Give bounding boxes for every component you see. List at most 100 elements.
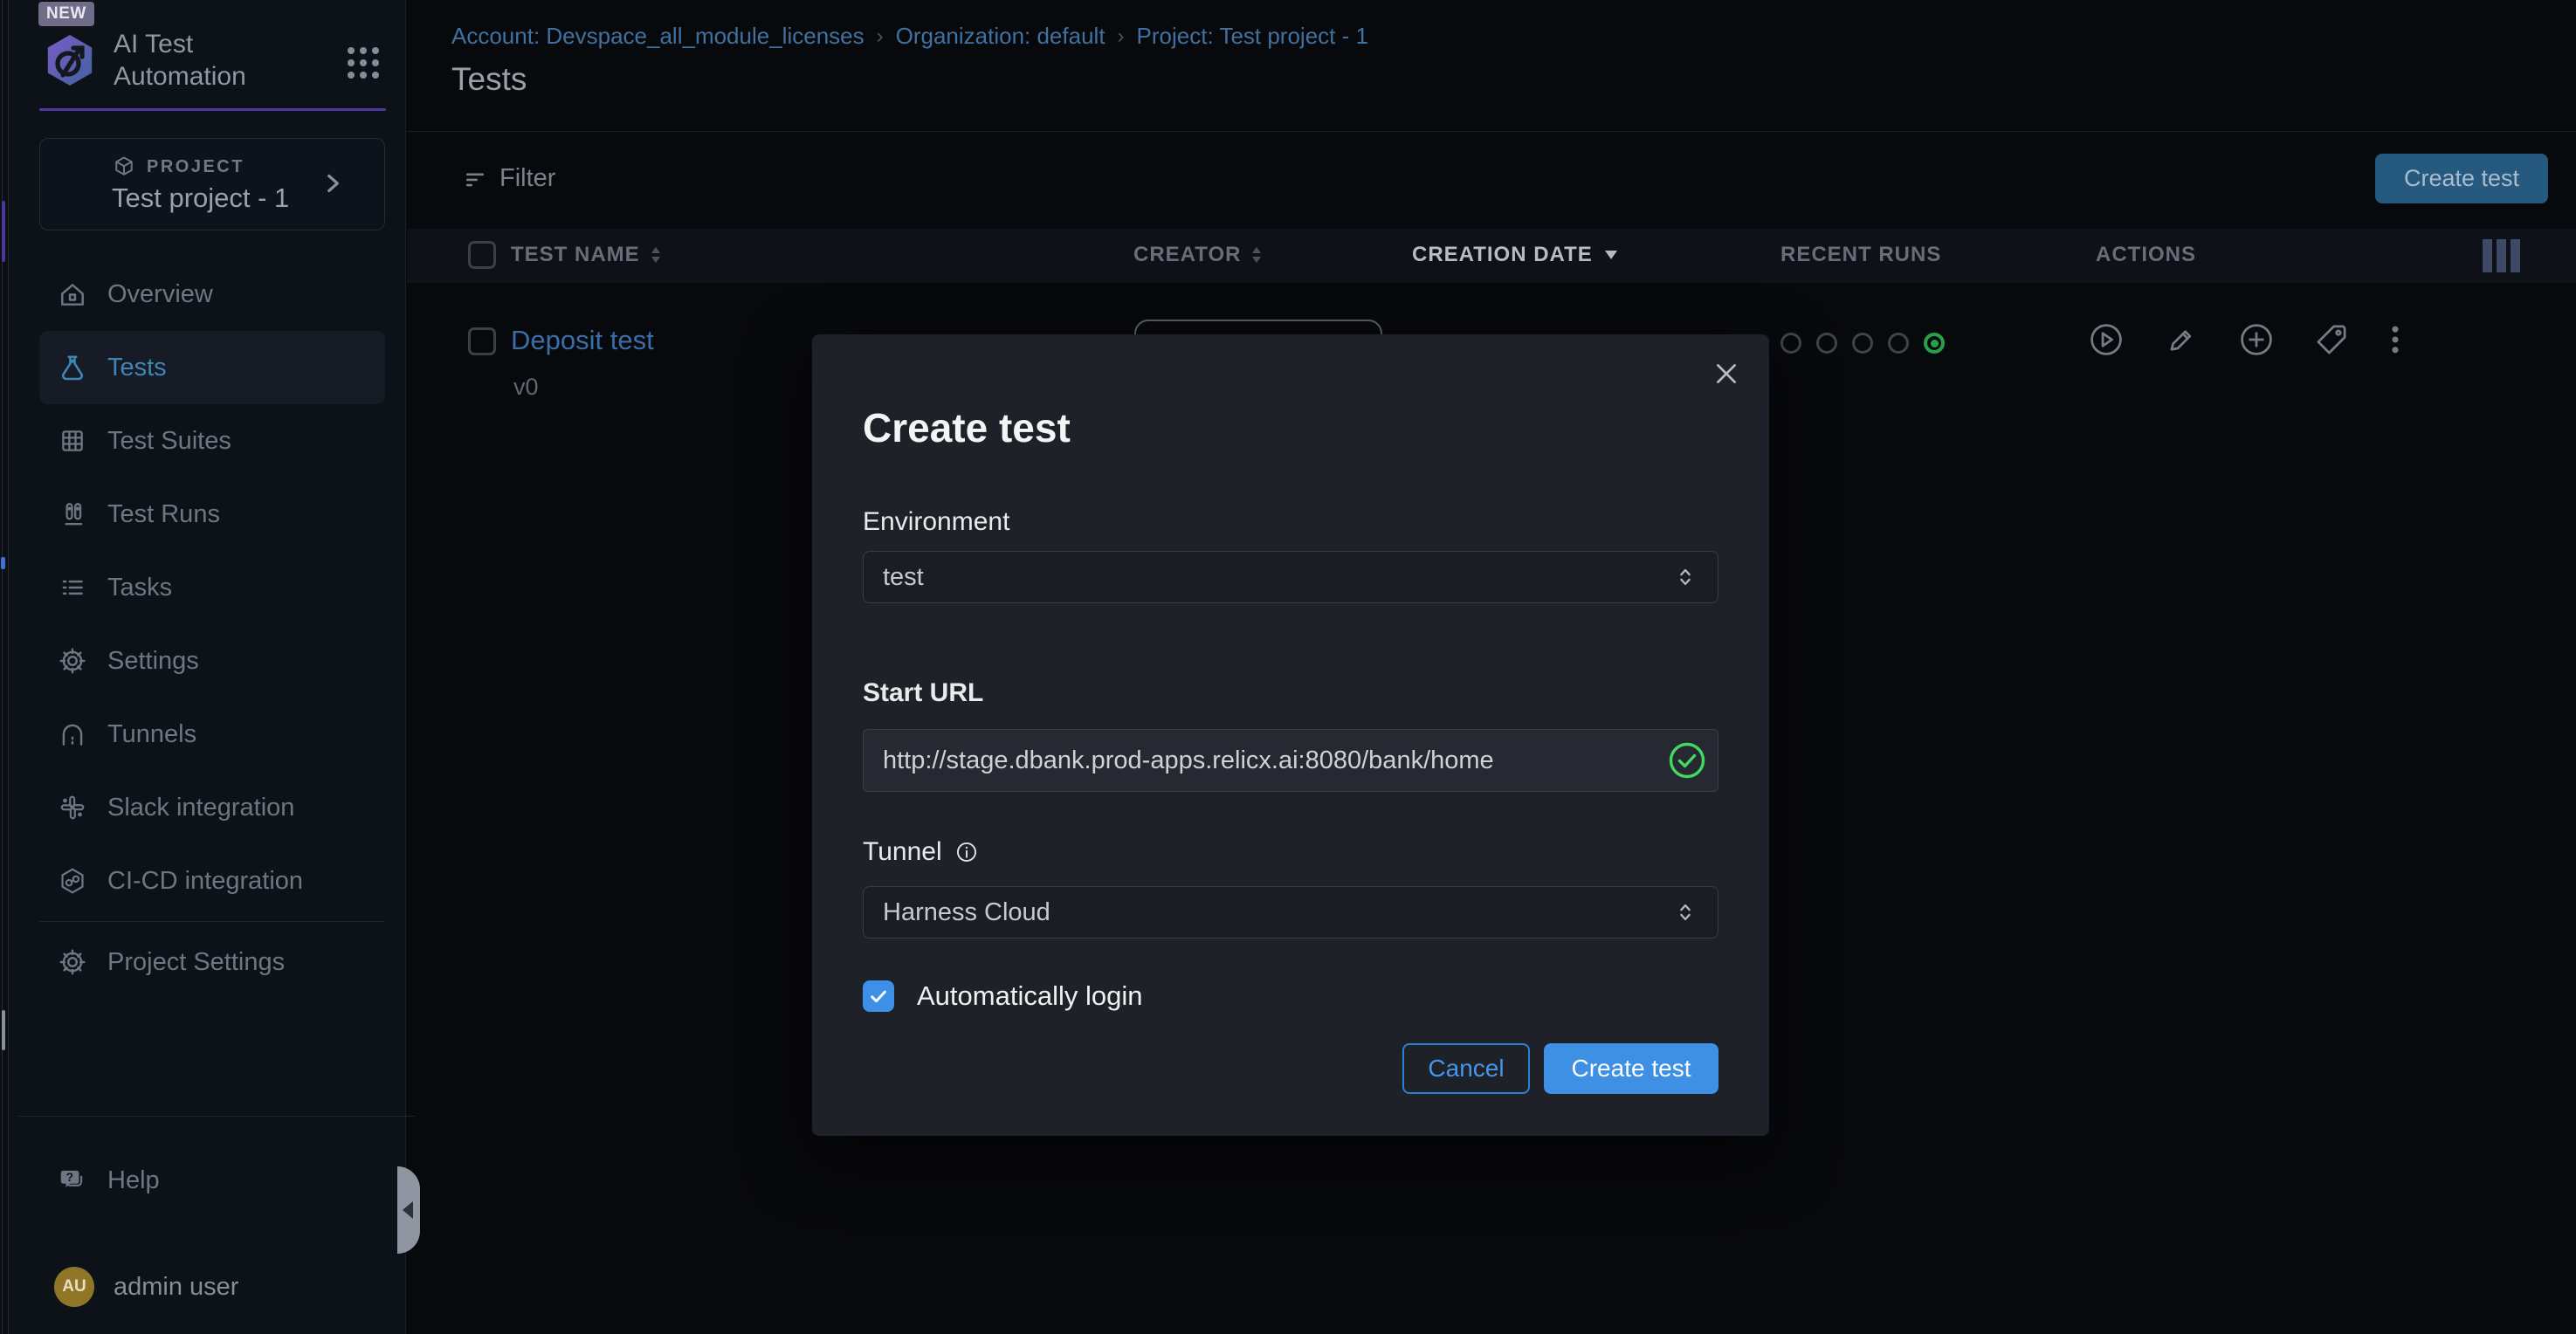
select-all-checkbox[interactable] bbox=[468, 241, 496, 269]
column-header-test-name[interactable]: TEST NAME bbox=[511, 243, 663, 267]
row-checkbox[interactable] bbox=[468, 327, 496, 355]
environment-select[interactable]: test bbox=[863, 551, 1718, 603]
modal-create-test-button[interactable]: Create test bbox=[1544, 1043, 1718, 1094]
test-name-link[interactable]: Deposit test bbox=[511, 325, 654, 356]
sidebar-item-slack-integration[interactable]: Slack integration bbox=[39, 771, 385, 844]
run-status-dot bbox=[1852, 333, 1873, 354]
recent-runs bbox=[1780, 333, 1945, 354]
run-status-dot bbox=[1816, 333, 1837, 354]
tunnel-icon bbox=[57, 719, 88, 750]
user-name: admin user bbox=[114, 1273, 238, 1302]
user-menu[interactable]: AU admin user bbox=[39, 1250, 385, 1324]
sidebar-item-label: Settings bbox=[107, 647, 199, 676]
cancel-button[interactable]: Cancel bbox=[1402, 1043, 1530, 1094]
auto-login-label: Automatically login bbox=[917, 980, 1142, 1012]
sidebar-item-test-runs[interactable]: Test Runs bbox=[39, 478, 385, 551]
sidebar-item-help[interactable]: ? Help bbox=[39, 1144, 385, 1217]
tag-icon[interactable] bbox=[2313, 321, 2350, 358]
start-url-input[interactable] bbox=[863, 729, 1718, 792]
sidebar-item-label: Tests bbox=[107, 354, 167, 382]
tunnel-value: Harness Cloud bbox=[883, 898, 1050, 927]
svg-text:?: ? bbox=[66, 1170, 73, 1184]
rail-purple-accent bbox=[2, 201, 5, 262]
sidebar-item-label: Help bbox=[107, 1166, 160, 1195]
app-root: NEW AI Test Automation PROJECT bbox=[0, 0, 2576, 1334]
auto-login-checkbox-row[interactable]: Automatically login bbox=[863, 980, 1718, 1012]
breadcrumb-separator: › bbox=[1105, 24, 1137, 49]
add-plus-icon[interactable] bbox=[2238, 321, 2275, 358]
sidebar-item-label: Tasks bbox=[107, 574, 172, 602]
rail-scroll-thumb bbox=[2, 1010, 5, 1050]
breadcrumb-project[interactable]: Project: Test project - 1 bbox=[1137, 23, 1368, 50]
project-card-name: Test project - 1 bbox=[112, 182, 289, 214]
column-header-creation-date[interactable]: CREATION DATE bbox=[1412, 243, 1619, 267]
sidebar-item-test-suites[interactable]: Test Suites bbox=[39, 404, 385, 478]
create-test-button[interactable]: Create test bbox=[2375, 154, 2548, 203]
run-test-play-icon[interactable] bbox=[2088, 321, 2125, 358]
sidebar: NEW AI Test Automation PROJECT bbox=[9, 0, 406, 1334]
sidebar-item-tasks[interactable]: Tasks bbox=[39, 551, 385, 624]
create-test-modal: Create test Environment test Start URL T… bbox=[812, 334, 1769, 1136]
sort-icon bbox=[1250, 246, 1264, 264]
kebab-menu-icon[interactable] bbox=[2388, 321, 2402, 358]
sidebar-item-tests[interactable]: Tests bbox=[39, 331, 385, 404]
close-icon[interactable] bbox=[1706, 354, 1746, 394]
select-chevrons-icon bbox=[1672, 899, 1698, 925]
tunnel-select[interactable]: Harness Cloud bbox=[863, 886, 1718, 939]
sidebar-item-project-settings[interactable]: Project Settings bbox=[39, 925, 385, 999]
sidebar-item-label: Test Suites bbox=[107, 427, 231, 456]
project-selector[interactable]: PROJECT Test project - 1 bbox=[39, 138, 385, 230]
url-valid-check-icon bbox=[1668, 741, 1706, 780]
brand: AI Test Automation bbox=[42, 28, 297, 93]
checkbox-checked-icon[interactable] bbox=[863, 980, 894, 1012]
home-icon bbox=[57, 278, 88, 310]
breadcrumb-organization[interactable]: Organization: default bbox=[896, 23, 1105, 50]
sidebar-divider bbox=[39, 921, 385, 922]
help-chat-icon: ? bbox=[57, 1165, 88, 1196]
test-runs-icon bbox=[57, 499, 88, 530]
run-status-dot bbox=[1924, 333, 1945, 354]
gear-icon bbox=[57, 946, 88, 978]
sidebar-item-cicd-integration[interactable]: CI-CD integration bbox=[39, 844, 385, 918]
column-header-creator[interactable]: CREATOR bbox=[1133, 243, 1264, 267]
breadcrumb-separator: › bbox=[864, 24, 896, 49]
app-switcher-grid-icon[interactable] bbox=[348, 47, 379, 79]
column-header-recent-runs: RECENT RUNS bbox=[1780, 243, 1941, 267]
table-header: TEST NAME CREATOR CREATION DATE bbox=[407, 229, 2576, 283]
modal-title: Create test bbox=[863, 404, 1718, 451]
start-url-label: Start URL bbox=[863, 678, 1718, 708]
page-title: Tests bbox=[451, 61, 527, 98]
list-icon bbox=[57, 572, 88, 603]
filter-button[interactable]: Filter bbox=[463, 164, 555, 193]
app-title: AI Test Automation bbox=[114, 28, 297, 93]
grid-icon bbox=[57, 425, 88, 457]
cicd-icon bbox=[57, 865, 88, 897]
filter-label: Filter bbox=[499, 164, 555, 193]
cube-icon bbox=[112, 155, 136, 179]
slack-icon bbox=[57, 792, 88, 823]
brand-accent-rule bbox=[39, 108, 386, 111]
gear-icon bbox=[57, 645, 88, 677]
sidebar-nav: Overview Tests Test Suites bbox=[39, 258, 385, 999]
select-chevrons-icon bbox=[1672, 564, 1698, 590]
sidebar-item-label: Slack integration bbox=[107, 794, 294, 822]
breadcrumb-account[interactable]: Account: Devspace_all_module_licenses bbox=[451, 23, 864, 50]
rail-blue-dot bbox=[1, 557, 5, 569]
sidebar-item-label: Tunnels bbox=[107, 720, 196, 749]
environment-value: test bbox=[883, 563, 924, 592]
column-header-actions: ACTIONS bbox=[2096, 243, 2196, 267]
app-logo-icon bbox=[42, 32, 98, 88]
sidebar-item-settings[interactable]: Settings bbox=[39, 624, 385, 698]
breadcrumb: Account: Devspace_all_module_licenses › … bbox=[451, 23, 1368, 50]
column-settings-icon[interactable] bbox=[2483, 239, 2520, 272]
tunnel-label: Tunnel bbox=[863, 837, 1718, 867]
sidebar-item-tunnels[interactable]: Tunnels bbox=[39, 698, 385, 771]
sidebar-item-overview[interactable]: Overview bbox=[39, 258, 385, 331]
info-icon[interactable] bbox=[954, 840, 979, 864]
edit-pencil-icon[interactable] bbox=[2163, 321, 2200, 358]
sidebar-item-label: Overview bbox=[107, 280, 213, 309]
edge-rail bbox=[0, 0, 9, 1334]
sort-desc-icon bbox=[1603, 250, 1619, 260]
sidebar-item-label: Test Runs bbox=[107, 500, 220, 529]
run-status-dot bbox=[1888, 333, 1909, 354]
